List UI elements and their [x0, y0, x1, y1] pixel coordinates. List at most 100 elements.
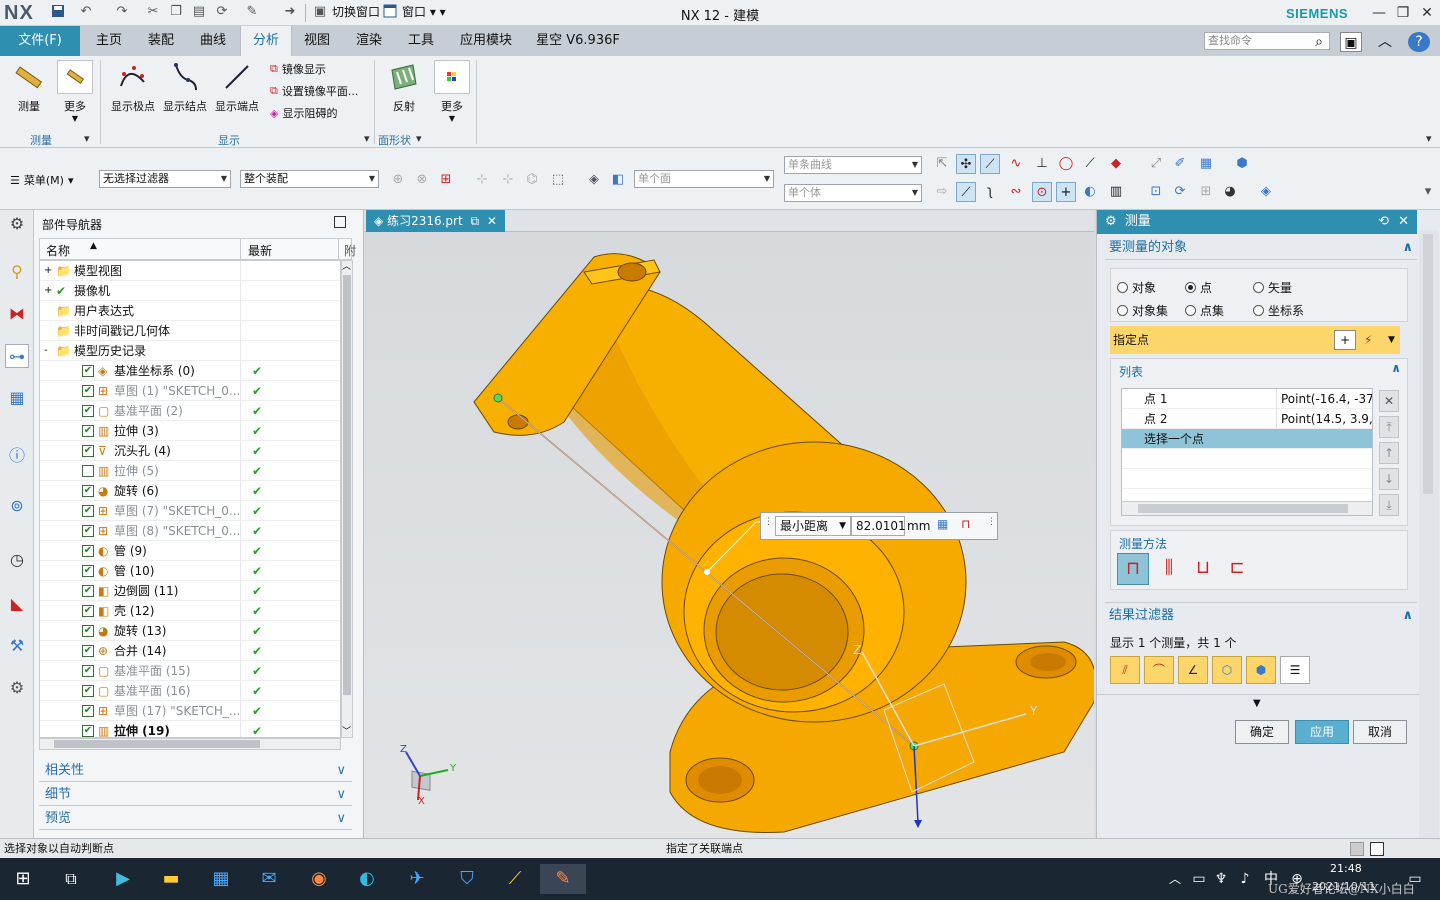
panel-details[interactable]: 细节 ∨ — [39, 784, 352, 806]
system-materials-icon[interactable]: ◣ — [5, 592, 29, 616]
tree-row[interactable]: + 📁 模型视图 — [40, 261, 340, 281]
tab-analysis[interactable]: 分析 — [240, 26, 292, 56]
minimize-button[interactable]: — — [1368, 3, 1390, 23]
specify-point-row[interactable]: 指定点 + ⚡ ▼ — [1110, 326, 1400, 354]
task-view-icon[interactable]: ⧉ — [56, 864, 86, 894]
repeat-command-icon[interactable]: ⟳ — [214, 4, 230, 20]
fullscreen-toggle-icon[interactable] — [1370, 842, 1384, 856]
deselect-icon[interactable]: ⊹ — [472, 170, 492, 190]
grid-point-icon[interactable]: ▥ — [1106, 182, 1126, 202]
expand-toggle-icon[interactable]: + — [44, 281, 52, 301]
feature-checkbox[interactable]: ✔ — [82, 485, 94, 497]
help-icon[interactable]: ? — [1408, 32, 1430, 52]
view-icon[interactable]: ⤢ — [1146, 154, 1166, 174]
crosshair-icon[interactable]: + — [1056, 182, 1076, 202]
show-knots-button[interactable]: 显示结点 — [160, 60, 210, 114]
measure-mode-select[interactable]: 最小距离 ▼ — [775, 516, 851, 536]
point-dialog-icon[interactable]: + — [1334, 330, 1356, 350]
file-menu-tab[interactable]: 文件(F) — [0, 26, 80, 56]
cube-icon[interactable]: ⬢ — [1232, 154, 1252, 174]
tree-row[interactable]: ✔ ▥ 拉伸 (19) ✔ — [40, 721, 340, 737]
drag-handle-icon[interactable]: ⋮ — [764, 517, 773, 527]
midpoint-icon[interactable]: ⟋ — [956, 182, 976, 202]
feature-checkbox[interactable]: ✔ — [82, 545, 94, 557]
radio-point-set[interactable]: 点集 — [1185, 302, 1224, 319]
window-menu-button[interactable]: 窗口 ▾ ▾ — [402, 4, 446, 21]
notification-icon[interactable]: ▭ — [1400, 864, 1430, 894]
clock-time[interactable]: 21:48 — [1330, 862, 1362, 875]
selection-filter-select[interactable]: 无选择过滤器 — [99, 170, 231, 188]
feishu-icon[interactable]: ✈ — [402, 864, 432, 894]
hd3d-tools-icon[interactable]: ⓘ — [5, 444, 29, 468]
create-expression-icon[interactable]: ▦ — [937, 517, 948, 531]
feature-checkbox[interactable]: ✔ — [82, 725, 94, 737]
snap-point-icon[interactable]: ⇱ — [932, 154, 952, 174]
more-measure-button[interactable]: 更多 ▼ — [56, 60, 94, 123]
tree-row[interactable]: ✔ ◐ 管 (10) ✔ — [40, 561, 340, 581]
circle-center-icon[interactable]: ⊙ — [1032, 182, 1052, 202]
tab-xingkong[interactable]: 星空 V6.936F — [530, 26, 626, 56]
show-endpoints-button[interactable]: 显示端点 — [212, 60, 262, 114]
tangent-point-icon[interactable]: ⟋ — [1080, 154, 1100, 174]
set-mirror-plane-button[interactable]: ⧉ 设置镜像平面... — [270, 83, 358, 99]
cancel-button[interactable]: 取消 — [1353, 720, 1407, 744]
tab-tools[interactable]: 工具 — [400, 26, 442, 56]
ribbon-options-icon[interactable]: ▾ — [1426, 132, 1432, 145]
feature-checkbox[interactable]: ✔ — [82, 445, 94, 457]
pan-icon[interactable]: ⊞ — [1196, 182, 1216, 202]
method-maximum-icon[interactable]: ⊔ — [1187, 553, 1219, 585]
status-icon[interactable] — [1350, 842, 1364, 856]
tab-assembly[interactable]: 装配 — [138, 26, 184, 56]
group-measure-dropdown-icon[interactable]: ▾ — [84, 132, 90, 145]
snap-icon[interactable]: ⊕ — [388, 170, 408, 190]
measure-button[interactable]: 测量 — [8, 60, 50, 114]
filter-area-icon[interactable]: ⬡ — [1212, 656, 1242, 684]
part-file-tab[interactable]: ◈ 练习2316.prt ⧉ ✕ — [366, 210, 505, 232]
list-item[interactable]: 点 1 Point(-16.4, -37.6 — [1122, 389, 1372, 409]
reuse-library-icon[interactable]: ▦ — [5, 386, 29, 410]
tree-row[interactable]: ✔ ⊞ 草图 (7) "SKETCH_0... ✔ — [40, 501, 340, 521]
arc-center-icon[interactable]: ◯ — [1056, 154, 1076, 174]
filter-list-icon[interactable]: ☰ — [1280, 656, 1310, 684]
tab-application[interactable]: 应用模块 — [452, 26, 520, 56]
feature-checkbox[interactable]: ✔ — [82, 705, 94, 717]
apply-button[interactable]: 应用 — [1295, 720, 1349, 744]
feature-checkbox[interactable]: ✔ — [82, 425, 94, 437]
feature-checkbox[interactable]: ✔ — [82, 385, 94, 397]
more-surface-button[interactable]: 更多 ▼ — [432, 60, 472, 123]
render-style-icon[interactable]: ◕ — [1220, 182, 1240, 202]
tree-row[interactable]: ✔ ▥ 拉伸 (3) ✔ — [40, 421, 340, 441]
point-type-dropdown-icon[interactable]: ▼ — [1388, 326, 1395, 354]
point-arrow-icon[interactable]: ⇨ — [932, 182, 952, 202]
process-studio-icon[interactable]: ⚒ — [5, 634, 29, 658]
body-rule-select[interactable]: 单个体 — [784, 184, 922, 202]
store-icon[interactable]: ▦ — [206, 864, 236, 894]
tab-curve[interactable]: 曲线 — [190, 26, 236, 56]
panel-dependencies[interactable]: 相关性 ∨ — [39, 760, 352, 782]
feature-checkbox[interactable]: ✔ — [82, 405, 94, 417]
panel-preview[interactable]: 预览 ∨ — [39, 808, 352, 830]
column-name[interactable]: 名称 — [46, 242, 70, 259]
tree-row[interactable]: ✔ ◈ 基准坐标系 (0) ✔ — [40, 361, 340, 381]
close-tab-icon[interactable]: ✕ — [487, 214, 497, 228]
touch-mode-icon[interactable]: ✎ — [244, 4, 260, 20]
customize-icon[interactable]: ➜ — [282, 4, 298, 20]
tab-view[interactable]: 视图 — [296, 26, 338, 56]
feature-checkbox[interactable]: ✔ — [82, 625, 94, 637]
tree-row[interactable]: ✔ ◧ 壳 (12) ✔ — [40, 601, 340, 621]
group-display-dropdown-icon[interactable]: ▾ — [364, 132, 370, 145]
tree-row[interactable]: ✔ ◕ 旋转 (6) ✔ — [40, 481, 340, 501]
existing-point-icon[interactable]: ✣ — [956, 154, 976, 174]
file-explorer-icon[interactable]: ▬ — [156, 864, 186, 894]
more-options-chevron-icon[interactable]: ▼ — [1253, 698, 1261, 709]
column-latest[interactable]: 最新 — [248, 242, 272, 259]
feature-checkbox[interactable]: ✔ — [82, 505, 94, 517]
section-objects-header[interactable]: 要测量的对象 ∧ — [1105, 236, 1417, 260]
box-icon[interactable]: ◈ — [584, 170, 604, 190]
part-navigator-icon[interactable]: ⊶ — [5, 344, 29, 368]
tree-row[interactable]: + ✔ 摄像机 — [40, 281, 340, 301]
collapse-ribbon-icon[interactable]: ︿ — [1374, 32, 1396, 52]
list-hscrollbar[interactable] — [1122, 501, 1372, 515]
rotate-view-icon[interactable]: ⟳ — [1170, 182, 1190, 202]
wcs-icon[interactable]: ▦ — [1196, 154, 1216, 174]
